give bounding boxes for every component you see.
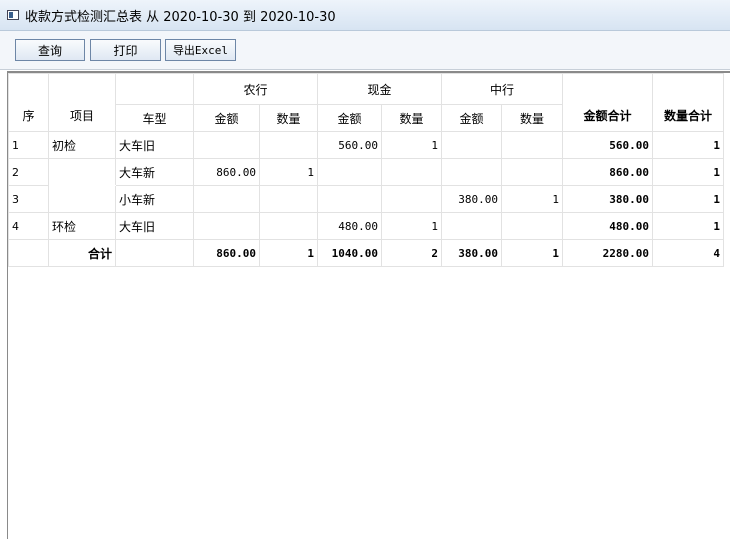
cell-seq: 2 bbox=[8, 158, 49, 186]
cell-cash-amount bbox=[317, 158, 382, 186]
cell-cash-amount bbox=[317, 185, 382, 213]
summary-boc-amount: 380.00 bbox=[441, 239, 502, 267]
cell-item: 环检 bbox=[48, 212, 116, 240]
cell-total-amount: 860.00 bbox=[562, 158, 653, 186]
window-icon bbox=[7, 10, 19, 20]
table-row[interactable]: 2 大车新 860.00 1 860.00 1 bbox=[8, 158, 724, 186]
cell-type: 大车新 bbox=[115, 158, 194, 186]
summary-abc-qty: 1 bbox=[259, 239, 318, 267]
cell-boc-qty bbox=[501, 158, 563, 186]
col-header-total-qty: 数量合计 bbox=[652, 73, 724, 132]
col-header-seq: 序 bbox=[8, 73, 49, 132]
cell-item: 初检 bbox=[48, 131, 116, 159]
cell-boc-amount bbox=[441, 212, 502, 240]
col-header-item: 项目 bbox=[48, 73, 116, 132]
cell-boc-qty bbox=[501, 212, 563, 240]
cell-type: 大车旧 bbox=[115, 212, 194, 240]
cell-abc-amount: 860.00 bbox=[193, 158, 260, 186]
cell-abc-qty bbox=[259, 131, 318, 159]
cell-total-amount: 380.00 bbox=[562, 185, 653, 213]
col-header-boc-qty: 数量 bbox=[501, 104, 563, 132]
cell-seq: 4 bbox=[8, 212, 49, 240]
col-header-type: 车型 bbox=[115, 104, 194, 132]
cell-seq: 1 bbox=[8, 131, 49, 159]
group-header-boc: 中行 bbox=[441, 73, 563, 105]
cell-abc-qty bbox=[259, 185, 318, 213]
cell-boc-amount: 380.00 bbox=[441, 185, 502, 213]
title-bar: 收款方式检测汇总表 从 2020-10-30 到 2020-10-30 bbox=[0, 0, 730, 31]
window-title: 收款方式检测汇总表 从 2020-10-30 到 2020-10-30 bbox=[25, 9, 336, 25]
summary-row: 合计 860.00 1 1040.00 2 380.00 1 2280.00 4 bbox=[8, 239, 724, 267]
cell-cash-amount: 480.00 bbox=[317, 212, 382, 240]
summary-total-qty: 4 bbox=[652, 239, 724, 267]
col-header-cash-amount: 金额 bbox=[317, 104, 382, 132]
cell-item bbox=[48, 185, 116, 213]
header-row-groups: 序 项目 农行 现金 中行 金额合计 数量合计 bbox=[8, 73, 724, 132]
cell-total-qty: 1 bbox=[652, 185, 724, 213]
query-button[interactable]: 查询 bbox=[15, 39, 85, 61]
cell-total-qty: 1 bbox=[652, 158, 724, 186]
col-header-blank bbox=[115, 73, 194, 105]
col-header-abc-qty: 数量 bbox=[259, 104, 318, 132]
col-header-total-amount: 金额合计 bbox=[562, 73, 653, 132]
cell-boc-qty bbox=[501, 131, 563, 159]
toolbar: 查询 打印 导出Excel bbox=[0, 31, 730, 70]
cell-boc-qty: 1 bbox=[501, 185, 563, 213]
cell-total-qty: 1 bbox=[652, 131, 724, 159]
cell-type: 小车新 bbox=[115, 185, 194, 213]
cell-type: 大车旧 bbox=[115, 131, 194, 159]
group-header-cash: 现金 bbox=[317, 73, 442, 105]
cell-cash-qty: 1 bbox=[381, 131, 442, 159]
table-row[interactable]: 4 环检 大车旧 480.00 1 480.00 1 bbox=[8, 212, 724, 240]
cell-cash-qty bbox=[381, 158, 442, 186]
cell-cash-qty: 1 bbox=[381, 212, 442, 240]
cell-abc-amount bbox=[193, 131, 260, 159]
cell-seq: 3 bbox=[8, 185, 49, 213]
summary-cash-amount: 1040.00 bbox=[317, 239, 382, 267]
col-header-boc-amount: 金额 bbox=[441, 104, 502, 132]
cell-seq bbox=[8, 239, 49, 267]
cell-abc-amount bbox=[193, 185, 260, 213]
print-button[interactable]: 打印 bbox=[90, 39, 161, 61]
cell-boc-amount bbox=[441, 131, 502, 159]
cell-abc-qty bbox=[259, 212, 318, 240]
summary-total-amount: 2280.00 bbox=[562, 239, 653, 267]
col-header-cash-qty: 数量 bbox=[381, 104, 442, 132]
col-header-abc-amount: 金额 bbox=[193, 104, 260, 132]
report-grid: 序 项目 农行 现金 中行 金额合计 数量合计 车型 金额 数量 金额 数量 金… bbox=[7, 71, 730, 539]
summary-abc-amount: 860.00 bbox=[193, 239, 260, 267]
cell-abc-qty: 1 bbox=[259, 158, 318, 186]
summary-table: 序 项目 农行 现金 中行 金额合计 数量合计 车型 金额 数量 金额 数量 金… bbox=[8, 73, 724, 267]
cell-total-amount: 560.00 bbox=[562, 131, 653, 159]
cell-boc-amount bbox=[441, 158, 502, 186]
summary-label: 合计 bbox=[48, 239, 116, 267]
cell-item bbox=[48, 158, 116, 186]
cell-total-qty: 1 bbox=[652, 212, 724, 240]
cell-abc-amount bbox=[193, 212, 260, 240]
cell-cash-amount: 560.00 bbox=[317, 131, 382, 159]
summary-cash-qty: 2 bbox=[381, 239, 442, 267]
table-row[interactable]: 3 小车新 380.00 1 380.00 1 bbox=[8, 185, 724, 213]
table-row[interactable]: 1 初检 大车旧 560.00 1 560.00 1 bbox=[8, 131, 724, 159]
cell-cash-qty bbox=[381, 185, 442, 213]
summary-boc-qty: 1 bbox=[501, 239, 563, 267]
cell-total-amount: 480.00 bbox=[562, 212, 653, 240]
export-excel-button[interactable]: 导出Excel bbox=[165, 39, 236, 61]
cell-type bbox=[115, 239, 194, 267]
group-header-abc: 农行 bbox=[193, 73, 318, 105]
